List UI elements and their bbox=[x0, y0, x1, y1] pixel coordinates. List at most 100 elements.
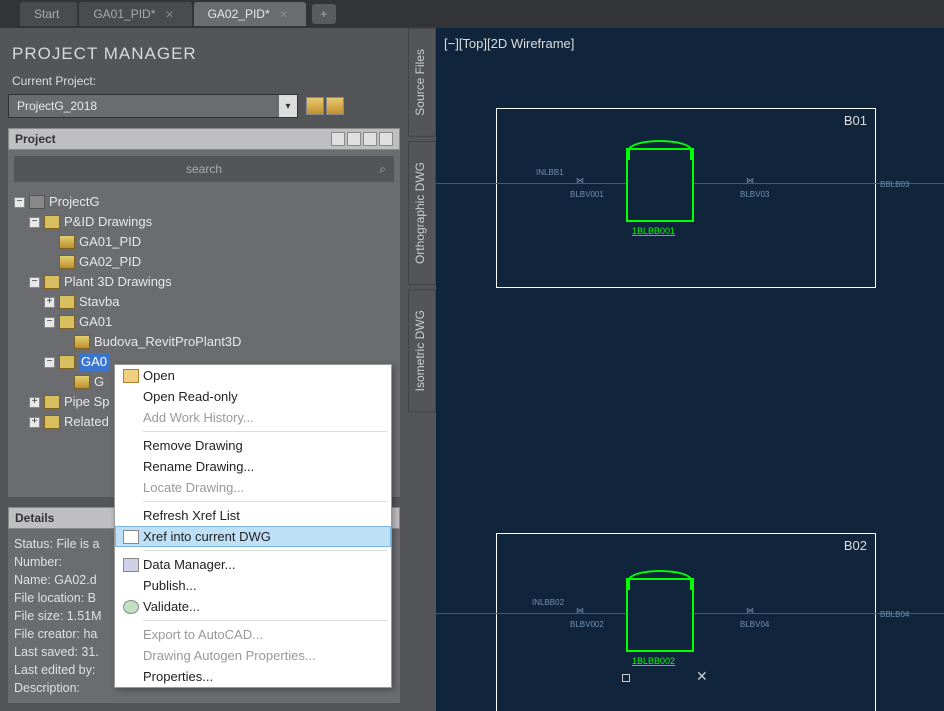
folder-icon bbox=[59, 295, 75, 309]
tab-ortho-dwg[interactable]: Orthographic DWG bbox=[408, 141, 436, 285]
pid-label: BLBV001 bbox=[570, 190, 604, 199]
pid-label: BLBV04 bbox=[740, 620, 769, 629]
expand-icon[interactable]: + bbox=[29, 417, 40, 428]
pid-label: BLBV03 bbox=[740, 190, 769, 199]
pid-line bbox=[436, 613, 626, 614]
expand-icon[interactable]: + bbox=[29, 397, 40, 408]
valve-symbol: ⋈ bbox=[576, 606, 584, 615]
viewport-label[interactable]: [−][Top][2D Wireframe] bbox=[444, 36, 574, 51]
tab-source-files[interactable]: Source Files bbox=[408, 28, 436, 137]
tree-pid-folder[interactable]: −P&ID Drawings bbox=[14, 212, 394, 232]
collapse-icon[interactable]: − bbox=[44, 317, 55, 328]
tree-item-ga01-pid[interactable]: GA01_PID bbox=[14, 232, 394, 252]
section-title: Details bbox=[15, 511, 54, 525]
tank-label: 1BLBB001 bbox=[632, 226, 675, 236]
pid-label: INLBB1 bbox=[536, 168, 564, 177]
expand-icon[interactable]: + bbox=[44, 297, 55, 308]
valve-symbol: ⋈ bbox=[576, 176, 584, 185]
tank-label: 1BLBB002 bbox=[632, 656, 675, 666]
folder-icon bbox=[44, 275, 60, 289]
tree-root[interactable]: −ProjectG bbox=[14, 192, 394, 212]
menu-locate-drawing: Locate Drawing... bbox=[115, 477, 391, 498]
pid-label: BBLB04 bbox=[880, 610, 909, 619]
collapse-icon[interactable]: − bbox=[29, 217, 40, 228]
menu-autogen-props: Drawing Autogen Properties... bbox=[115, 645, 391, 666]
close-icon[interactable]: × bbox=[165, 6, 173, 22]
dwg-icon bbox=[74, 375, 90, 389]
valve-symbol: ⋈ bbox=[746, 176, 754, 185]
menu-separator bbox=[143, 620, 387, 621]
panel-title: PROJECT MANAGER bbox=[8, 36, 400, 72]
folder-icon bbox=[59, 355, 75, 369]
refresh-icon[interactable] bbox=[363, 132, 377, 146]
pid-label: INLBB02 bbox=[532, 598, 564, 607]
dwg-icon bbox=[59, 255, 75, 269]
header-icon[interactable] bbox=[331, 132, 345, 146]
pid-label: BBLB03 bbox=[880, 180, 909, 189]
grip-handle[interactable] bbox=[622, 674, 630, 682]
tab-start[interactable]: Start bbox=[20, 2, 77, 26]
tab-ga02[interactable]: GA02_PID*× bbox=[194, 2, 306, 26]
box-label: B01 bbox=[844, 113, 867, 128]
collapse-icon[interactable]: − bbox=[44, 357, 55, 368]
menu-open-readonly[interactable]: Open Read-only bbox=[115, 386, 391, 407]
folder-icon bbox=[59, 315, 75, 329]
data-icon bbox=[123, 558, 139, 572]
drawing-viewport[interactable]: [−][Top][2D Wireframe] B01 1BLBB001 ⋈ ⋈ … bbox=[436, 28, 944, 711]
menu-xref-into-dwg[interactable]: Xref into current DWG bbox=[115, 526, 391, 547]
grip-handle[interactable]: ✕ bbox=[696, 668, 708, 685]
project-icon bbox=[29, 195, 45, 209]
tree-item-stavba[interactable]: +Stavba bbox=[14, 292, 394, 312]
menu-remove-drawing[interactable]: Remove Drawing bbox=[115, 435, 391, 456]
menu-open[interactable]: Open bbox=[115, 365, 391, 386]
project-section-header: Project bbox=[8, 128, 400, 150]
tank-symbol bbox=[626, 148, 694, 222]
tree-p3d-folder[interactable]: −Plant 3D Drawings bbox=[14, 272, 394, 292]
current-project-label: Current Project: bbox=[8, 72, 400, 94]
add-tab-button[interactable]: + bbox=[312, 4, 336, 24]
document-tabs: Start GA01_PID* × GA02_PID*× + bbox=[0, 0, 944, 28]
close-icon[interactable]: × bbox=[280, 6, 288, 22]
dropdown-value: ProjectG_2018 bbox=[17, 99, 97, 113]
valve-symbol: ⋈ bbox=[746, 606, 754, 615]
menu-export-autocad: Export to AutoCAD... bbox=[115, 624, 391, 645]
menu-separator bbox=[143, 431, 387, 432]
xref-icon bbox=[123, 530, 139, 544]
project-icon-1[interactable] bbox=[306, 97, 324, 115]
tank-dome-icon bbox=[628, 570, 692, 590]
menu-validate[interactable]: Validate... bbox=[115, 596, 391, 617]
menu-data-manager[interactable]: Data Manager... bbox=[115, 554, 391, 575]
section-title: Project bbox=[15, 132, 56, 146]
menu-properties[interactable]: Properties... bbox=[115, 666, 391, 687]
search-icon: ⌕ bbox=[379, 162, 386, 177]
search-placeholder: search bbox=[186, 162, 222, 176]
menu-separator bbox=[143, 550, 387, 551]
folder-icon bbox=[44, 395, 60, 409]
box-label: B02 bbox=[844, 538, 867, 553]
dwg-icon bbox=[74, 335, 90, 349]
tree-item-ga01[interactable]: −GA01 bbox=[14, 312, 394, 332]
menu-publish[interactable]: Publish... bbox=[115, 575, 391, 596]
tree-item-budova[interactable]: Budova_RevitProPlant3D bbox=[14, 332, 394, 352]
current-project-dropdown[interactable]: ProjectG_2018 ▾ bbox=[8, 94, 298, 118]
folder-icon bbox=[44, 415, 60, 429]
side-tabs: Source Files Orthographic DWG Isometric … bbox=[408, 28, 436, 711]
collapse-icon[interactable]: − bbox=[14, 197, 25, 208]
chevron-down-icon[interactable] bbox=[379, 132, 393, 146]
context-menu: Open Open Read-only Add Work History... … bbox=[114, 364, 392, 688]
tab-iso-dwg[interactable]: Isometric DWG bbox=[408, 289, 436, 412]
menu-refresh-xref[interactable]: Refresh Xref List bbox=[115, 505, 391, 526]
collapse-icon[interactable]: − bbox=[29, 277, 40, 288]
chevron-down-icon: ▾ bbox=[279, 95, 297, 117]
validate-icon bbox=[123, 600, 139, 614]
dwg-icon bbox=[59, 235, 75, 249]
header-icon[interactable] bbox=[347, 132, 361, 146]
tree-item-ga02-pid[interactable]: GA02_PID bbox=[14, 252, 394, 272]
tab-ga01[interactable]: GA01_PID* × bbox=[79, 2, 191, 26]
search-input[interactable]: search ⌕ bbox=[14, 156, 394, 182]
tab-label: GA01_PID* bbox=[93, 7, 155, 21]
project-icon-2[interactable] bbox=[326, 97, 344, 115]
menu-rename-drawing[interactable]: Rename Drawing... bbox=[115, 456, 391, 477]
tab-label: Start bbox=[34, 7, 59, 21]
menu-separator bbox=[143, 501, 387, 502]
